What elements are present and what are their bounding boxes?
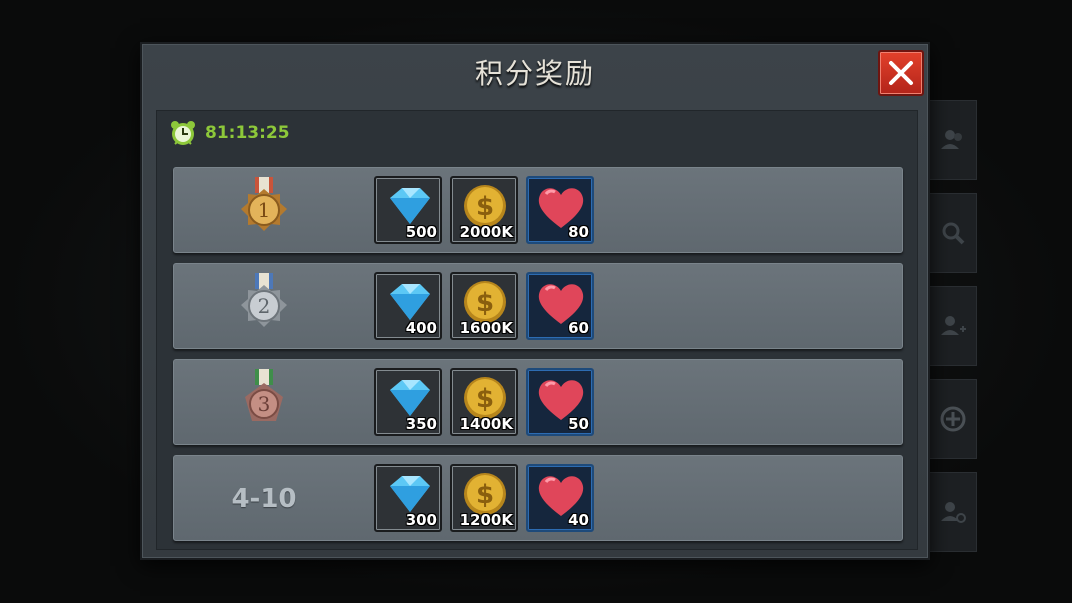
reward-slot-diamond[interactable]: 350 <box>374 368 442 436</box>
reward-quantity: 350 <box>405 415 437 433</box>
reward-slot-gold[interactable]: $ 2000K <box>450 176 518 244</box>
reward-quantity: 500 <box>405 223 437 241</box>
reward-slot-heart[interactable]: 60 <box>526 272 594 340</box>
reward-quantity: 1400K <box>459 415 513 433</box>
reward-quantity: 1600K <box>459 319 513 337</box>
svg-text:$: $ <box>476 288 494 318</box>
reward-quantity: 80 <box>568 223 589 241</box>
reward-slot-heart[interactable]: 40 <box>526 464 594 532</box>
alarm-clock-icon <box>171 121 195 145</box>
reward-slot-diamond[interactable]: 500 <box>374 176 442 244</box>
close-icon <box>889 61 913 85</box>
side-button-add-friend[interactable] <box>930 286 977 366</box>
close-button[interactable] <box>878 50 924 96</box>
add-user-icon <box>941 316 966 335</box>
side-button-friends[interactable] <box>930 100 977 180</box>
rank-range-text: 4-10 <box>231 484 297 514</box>
reward-row-rank-1: 1 500 $ 2000K 80 <box>173 167 903 253</box>
reward-slot-gold[interactable]: $ 1200K <box>450 464 518 532</box>
svg-text:$: $ <box>476 480 494 510</box>
reward-quantity: 400 <box>405 319 437 337</box>
side-button-target[interactable] <box>930 379 977 459</box>
svg-text:$: $ <box>476 192 494 222</box>
reward-slot-gold[interactable]: $ 1400K <box>450 368 518 436</box>
gold-medal-icon: 1 <box>241 177 287 231</box>
reward-row-rank-3: 3 350 $ 1400K 50 <box>173 359 903 445</box>
svg-text:2: 2 <box>258 294 271 318</box>
rank-medal: 2 <box>214 264 314 350</box>
rank-medal: 1 <box>214 168 314 254</box>
reward-slot-diamond[interactable]: 300 <box>374 464 442 532</box>
reward-quantity: 1200K <box>459 511 513 529</box>
rank-label: 4-10 <box>214 456 314 542</box>
reward-slot-heart[interactable]: 80 <box>526 176 594 244</box>
silver-medal-icon: 2 <box>241 273 287 327</box>
reward-slot-diamond[interactable]: 400 <box>374 272 442 340</box>
reward-row-rank-4-10: 4-10 300 $ 1200K 40 <box>173 455 903 541</box>
bronze-medal-icon: 3 <box>245 369 283 421</box>
crosshair-icon <box>940 406 966 432</box>
svg-text:$: $ <box>476 384 494 414</box>
reward-slot-gold[interactable]: $ 1600K <box>450 272 518 340</box>
reward-row-rank-2: 2 400 $ 1600K 60 <box>173 263 903 349</box>
rank-medal: 3 <box>214 360 314 446</box>
reward-quantity: 40 <box>568 511 589 529</box>
svg-text:3: 3 <box>258 392 271 416</box>
people-icon <box>941 130 962 149</box>
side-button-search[interactable] <box>930 193 977 273</box>
reward-slot-heart[interactable]: 50 <box>526 368 594 436</box>
block-user-icon <box>941 502 966 523</box>
dialog-title: 积分奖励 <box>474 57 595 90</box>
points-reward-dialog: 积分奖励 81:13:25 1 500 $ 2000K 80 2 400 $ 1… <box>140 42 930 560</box>
search-icon <box>942 222 965 245</box>
reward-panel: 81:13:25 1 500 $ 2000K 80 2 400 $ 1600K … <box>156 110 918 550</box>
reward-quantity: 300 <box>405 511 437 529</box>
reward-quantity: 60 <box>568 319 589 337</box>
timer-value: 81:13:25 <box>205 123 290 143</box>
side-button-block[interactable] <box>930 472 977 552</box>
countdown-timer: 81:13:25 <box>169 119 290 147</box>
reward-quantity: 50 <box>568 415 589 433</box>
reward-quantity: 2000K <box>459 223 513 241</box>
svg-text:1: 1 <box>258 198 271 222</box>
